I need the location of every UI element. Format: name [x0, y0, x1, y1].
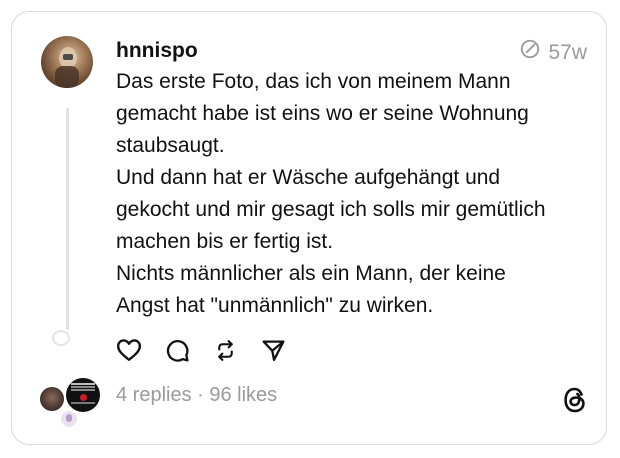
post-line: machen bis er fertig ist.	[116, 230, 334, 253]
post-line: staubsaugt.	[116, 134, 225, 157]
heart-icon	[116, 339, 142, 361]
post-line: Angst hat "unmännlich" zu wirken.	[116, 294, 434, 317]
author-avatar[interactable]	[41, 36, 93, 88]
post-time: 57w	[519, 38, 587, 67]
post-body: Das erste Foto, das ich von meinem Mann …	[116, 66, 596, 322]
send-icon	[261, 340, 285, 361]
replier-avatar	[60, 410, 78, 428]
avatar-photo	[55, 47, 79, 88]
reply-button[interactable]	[164, 337, 190, 363]
action-bar	[116, 337, 308, 363]
post-line: gemacht habe ist eins wo er seine Wohnun…	[116, 102, 529, 125]
thread-loop	[52, 330, 70, 346]
share-button[interactable]	[260, 337, 286, 363]
thread-line	[66, 108, 69, 330]
edited-clock-icon	[519, 38, 541, 67]
post-line: Nichts männlicher als ein Mann, der kein…	[116, 262, 506, 285]
post-line: Das erste Foto, das ich von meinem Mann	[116, 70, 511, 93]
post-line: gekocht und mir gesagt ich solls mir gem…	[116, 198, 546, 221]
time-label: 57w	[548, 40, 587, 64]
replier-avatars	[38, 376, 108, 430]
replier-avatar	[38, 385, 66, 413]
repost-button[interactable]	[212, 337, 238, 363]
repost-icon	[217, 339, 233, 361]
post-stats[interactable]: 4 replies · 96 likes	[116, 382, 277, 408]
threads-logo-icon	[562, 386, 588, 414]
author-username[interactable]: hnnispo	[116, 38, 198, 64]
post-line: Und dann hat er Wäsche aufgehängt und	[116, 166, 501, 189]
comment-icon	[166, 339, 189, 362]
replier-avatar	[64, 376, 102, 414]
like-button[interactable]	[116, 337, 142, 363]
